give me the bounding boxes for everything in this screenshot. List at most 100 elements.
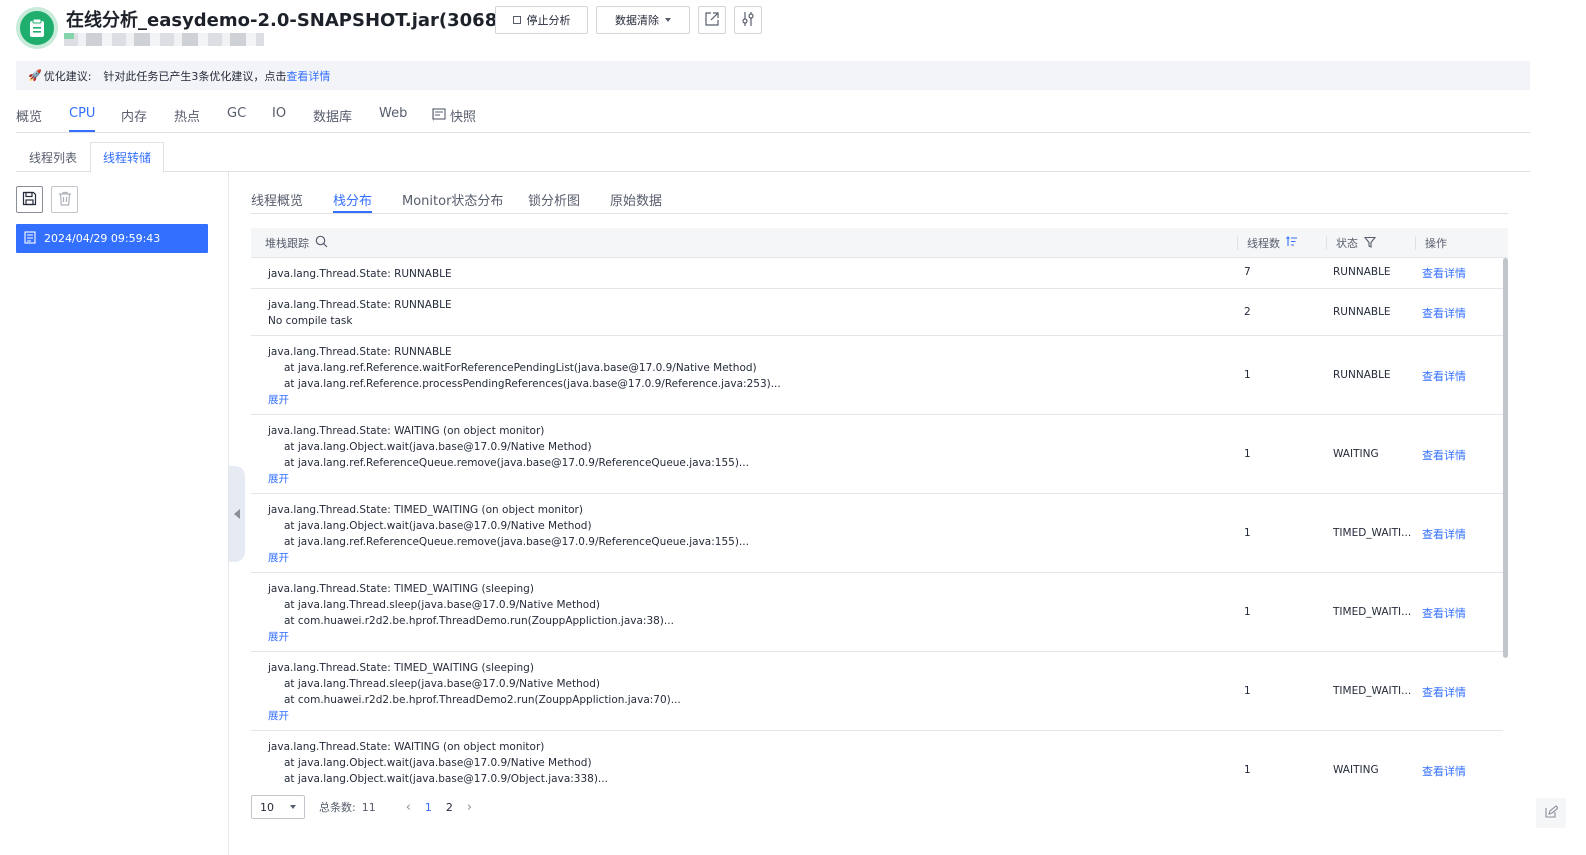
settings-sliders-button[interactable]	[734, 6, 762, 34]
expand-link[interactable]: 展开	[268, 629, 674, 645]
open-external-button[interactable]	[698, 6, 726, 34]
snapshot-list-panel: 2024/04/29 09:59:43	[0, 172, 229, 855]
chevron-left-icon	[234, 509, 240, 519]
chevron-down-icon	[290, 805, 296, 809]
redacted-subtitle	[64, 33, 264, 46]
tip-prefix: 优化建议:	[43, 69, 92, 83]
clear-data-dropdown[interactable]: 数据清除	[596, 6, 690, 34]
table-row: java.lang.Thread.State: TIMED_WAITING (s…	[251, 573, 1503, 652]
tab-memory[interactable]: 内存	[121, 106, 147, 125]
tab-gc[interactable]: GC	[227, 106, 246, 121]
table-row: java.lang.Thread.State: WAITING (on obje…	[251, 415, 1503, 494]
view-details-link[interactable]: 查看详情	[1422, 447, 1466, 463]
thread-count-cell: 1	[1244, 527, 1251, 539]
trash-icon	[58, 191, 72, 209]
subtab-thread-dump[interactable]: 线程转储	[90, 142, 165, 173]
rocket-icon: 🚀	[28, 69, 42, 82]
chevron-right-icon[interactable]: ›	[467, 800, 472, 815]
expand-link[interactable]: 展开	[268, 550, 749, 566]
main-tabs: 概览 CPU 内存 热点 GC IO 数据库 Web 快照	[16, 100, 1530, 133]
tab-stack-distribution[interactable]: 栈分布	[333, 190, 373, 213]
feedback-button[interactable]	[1536, 798, 1566, 828]
view-details-link[interactable]: 查看详情	[1422, 605, 1466, 621]
stack-cell: java.lang.Thread.State: RUNNABLE No comp…	[268, 299, 452, 327]
page-2[interactable]: 2	[446, 801, 453, 814]
table-row: java.lang.Thread.State: RUNNABLE at java…	[251, 336, 1503, 415]
stop-icon	[512, 16, 521, 24]
page-1[interactable]: 1	[425, 801, 432, 814]
tab-web[interactable]: Web	[379, 106, 407, 121]
thread-count-cell: 1	[1244, 606, 1251, 618]
dump-analysis-tabs: 线程概览 栈分布 Monitor状态分布 锁分析图 原始数据	[251, 186, 1508, 214]
state-cell: RUNNABLE	[1333, 369, 1391, 381]
expand-link[interactable]: 展开	[268, 471, 749, 487]
snapshot-item-selected[interactable]: 2024/04/29 09:59:43	[16, 224, 208, 253]
view-details-link[interactable]: 查看详情	[1422, 305, 1466, 321]
chevron-down-icon	[665, 18, 671, 22]
table-row: java.lang.Thread.State: WAITING (on obje…	[251, 731, 1503, 787]
thread-count-cell: 7	[1244, 266, 1251, 278]
header-op: 操作	[1425, 228, 1447, 258]
stack-cell: java.lang.Thread.State: RUNNABLE at java…	[268, 346, 781, 408]
state-cell: WAITING	[1333, 448, 1379, 460]
tab-monitor-state[interactable]: Monitor状态分布	[402, 190, 503, 209]
header-count-label: 线程数	[1247, 237, 1280, 250]
save-icon	[22, 191, 37, 209]
sort-icon[interactable]	[1286, 236, 1298, 250]
total-count: 11	[361, 800, 376, 814]
tab-raw-data[interactable]: 原始数据	[610, 190, 662, 209]
table-scrollbar[interactable]	[1503, 258, 1508, 658]
optimization-tip-bar: 🚀 优化建议: 针对此任务已产生3条优化建议，点击 查看详情	[16, 61, 1530, 90]
save-button[interactable]	[16, 186, 43, 213]
table-row: java.lang.Thread.State: RUNNABLE No comp…	[251, 289, 1503, 336]
view-details-link[interactable]: 查看详情	[1422, 684, 1466, 700]
delete-button[interactable]	[51, 186, 78, 213]
state-cell: TIMED_WAITI...	[1333, 527, 1412, 539]
table-header: 堆栈跟踪 线程数 状态 操作	[251, 228, 1508, 258]
tab-io[interactable]: IO	[272, 106, 286, 121]
view-details-link[interactable]: 查看详情	[1422, 526, 1466, 542]
page-title: 在线分析_easydemo-2.0-SNAPSHOT.jar(3068150)	[66, 10, 544, 31]
search-icon[interactable]	[315, 235, 328, 251]
sub-tabs: 线程列表 线程转储	[16, 142, 1530, 173]
edit-icon	[1544, 804, 1559, 822]
tab-lock-analysis[interactable]: 锁分析图	[528, 190, 580, 209]
file-icon	[24, 230, 36, 247]
camera-icon	[432, 107, 446, 125]
tab-hotspot[interactable]: 热点	[174, 106, 200, 125]
stack-cell: java.lang.Thread.State: RUNNABLE	[268, 268, 452, 280]
header-count: 线程数	[1247, 228, 1298, 258]
stack-distribution-table: 堆栈跟踪 线程数 状态 操作 java.lang.Thread.State: R…	[251, 228, 1508, 787]
tab-snapshot[interactable]: 快照	[432, 106, 476, 125]
chevron-left-icon[interactable]: ‹	[406, 800, 411, 815]
header-stack: 堆栈跟踪	[265, 228, 328, 258]
stop-analysis-button[interactable]: 停止分析	[495, 6, 588, 34]
view-details-link[interactable]: 查看详情	[1422, 763, 1466, 779]
tab-cpu[interactable]: CPU	[69, 106, 96, 132]
filter-icon[interactable]	[1363, 236, 1377, 251]
tab-database[interactable]: 数据库	[313, 106, 352, 125]
snapshot-item-label: 2024/04/29 09:59:43	[44, 232, 161, 245]
expand-link[interactable]: 展开	[268, 392, 781, 408]
tab-thread-overview[interactable]: 线程概览	[251, 190, 303, 209]
table-row: java.lang.Thread.State: TIMED_WAITING (s…	[251, 652, 1503, 731]
tip-view-details-link[interactable]: 查看详情	[286, 68, 330, 84]
expand-link[interactable]: 展开	[268, 708, 681, 724]
tab-snapshot-label: 快照	[450, 110, 477, 125]
page-size-value: 10	[260, 800, 274, 814]
view-details-link[interactable]: 查看详情	[1422, 265, 1466, 281]
table-row: java.lang.Thread.State: TIMED_WAITING (o…	[251, 494, 1503, 573]
page-size-select[interactable]: 10	[251, 795, 305, 819]
clear-data-label: 数据清除	[615, 14, 659, 27]
stack-cell: java.lang.Thread.State: WAITING (on obje…	[268, 425, 749, 487]
stack-cell: java.lang.Thread.State: TIMED_WAITING (o…	[268, 504, 749, 566]
collapse-panel-handle[interactable]	[229, 466, 245, 562]
state-cell: TIMED_WAITI...	[1333, 685, 1412, 697]
subtab-thread-list[interactable]: 线程列表	[16, 142, 90, 172]
thread-count-cell: 2	[1244, 306, 1251, 318]
tab-overview[interactable]: 概览	[16, 106, 42, 125]
header-op-label: 操作	[1425, 237, 1447, 250]
thread-count-cell: 1	[1244, 764, 1251, 776]
sliders-icon	[740, 11, 756, 30]
view-details-link[interactable]: 查看详情	[1422, 368, 1466, 384]
